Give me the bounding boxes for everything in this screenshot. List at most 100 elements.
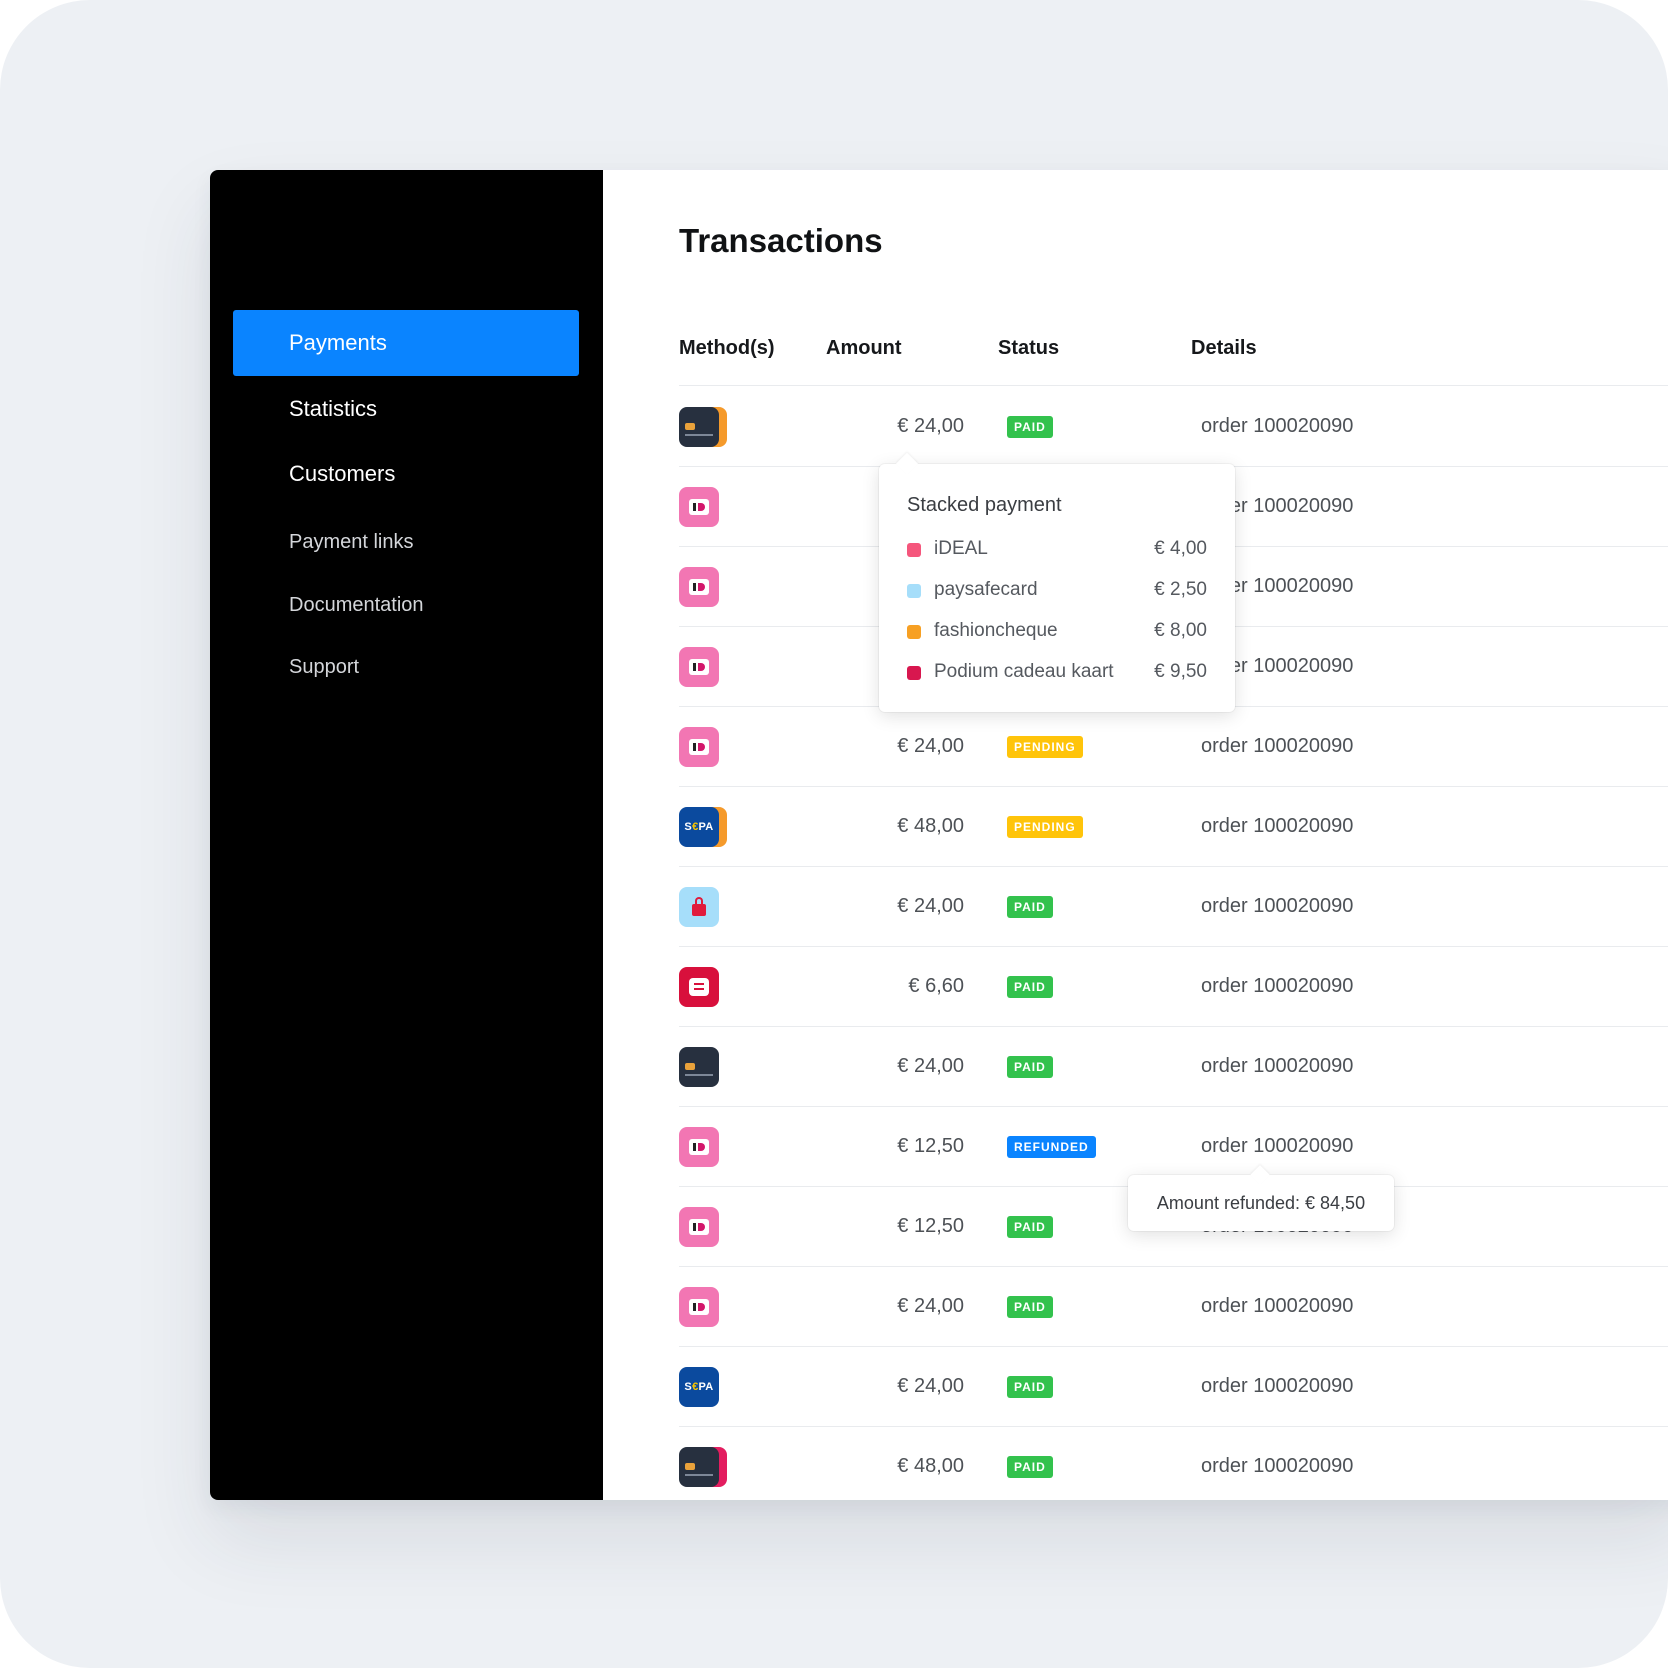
sidebar-item-label: Customers [289,461,396,486]
sepa-icon: S€PA [679,807,719,847]
color-swatch [907,584,921,598]
payment-method[interactable] [679,487,727,527]
details-cell[interactable]: order 100020090 [1201,386,1353,466]
details-cell[interactable]: order 100020090 [1201,1426,1353,1500]
stacked-item-name: fashioncheque [934,620,1058,641]
status-badge[interactable]: PAID [1007,896,1053,918]
sidebar-item-documentation[interactable]: Documentation [233,572,579,638]
stacked-item-name: paysafecard [934,579,1038,600]
ideal-icon [679,567,719,607]
payment-method[interactable] [679,567,727,607]
details-cell[interactable]: order 100020090 [1201,866,1353,946]
column-header-status[interactable]: Status [998,337,1059,360]
payment-method[interactable] [679,1047,727,1087]
main-content: Transactions Method(s) Amount Status Det… [603,170,1668,1500]
app-window: Payments Statistics Customers Payment links… [210,170,1668,1500]
amount-cell: € 12,50 [897,1134,964,1157]
details-cell[interactable]: order 100020090 [1201,706,1353,786]
details-cell[interactable]: order 100020090 [1201,946,1353,1026]
payment-method[interactable] [679,1207,727,1247]
ideal-icon [679,1207,719,1247]
ideal-icon [679,487,719,527]
background-frame: Payments Statistics Customers Payment links… [0,0,1668,1668]
status-badge[interactable]: PENDING [1007,816,1083,838]
stacked-payment-item: paysafecard € 2,50 [907,575,1207,605]
stacked-item-name: Podium cadeau kaart [934,661,1114,682]
status-badge[interactable]: PAID [1007,1056,1053,1078]
ideal-icon [679,1127,719,1167]
ideal-icon [679,1287,719,1327]
creditcard-icon [679,1047,719,1087]
details-cell[interactable]: order 100020090 [1201,1266,1353,1346]
amount-cell: € 24,00 [897,734,964,757]
sidebar: Payments Statistics Customers Payment links… [210,170,603,1500]
payment-method[interactable] [679,1127,727,1167]
refund-tooltip: Amount refunded: € 84,50 [1128,1165,1394,1231]
sepa-icon: S€PA [679,1367,719,1407]
stacked-payment-item: Podium cadeau kaart € 9,50 [907,657,1207,687]
details-cell[interactable]: order 100020090 [1201,1026,1353,1106]
amount-cell: € 48,00 [897,814,964,837]
stacked-item-amount: € 8,00 [1154,620,1207,641]
status-badge[interactable]: PENDING [1007,736,1083,758]
sidebar-item-payment-links[interactable]: Payment links [233,509,579,575]
paysafecard-icon [679,887,719,927]
amount-cell: € 12,50 [897,1214,964,1237]
payment-method[interactable]: S€PA [679,1367,727,1407]
stacked-payment-tooltip: Stacked payment iDEAL € 4,00 paysafecard € … [879,452,1235,712]
table-row[interactable]: € 6,60 PAID order 100020090 [679,946,1668,1027]
refund-tooltip-text: Amount refunded: € 84,50 [1156,1192,1366,1213]
column-header-details[interactable]: Details [1191,337,1257,360]
payment-method[interactable] [679,647,727,687]
status-badge[interactable]: PAID [1007,1456,1053,1478]
sidebar-item-payments[interactable]: Payments [233,310,579,376]
status-badge[interactable]: REFUNDED [1007,1136,1096,1158]
amount-cell: € 24,00 [897,1294,964,1317]
table-row[interactable]: € 24,00 PAID order 100020090 [679,386,1668,467]
payment-method[interactable] [679,727,727,767]
page-title: Transactions [679,222,883,259]
sidebar-item-label: Statistics [289,396,378,421]
sidebar-item-support[interactable]: Support [233,634,579,700]
details-cell[interactable]: order 100020090 [1201,1106,1353,1186]
sidebar-item-customers[interactable]: Customers [233,441,579,507]
status-badge[interactable]: PAID [1007,976,1053,998]
column-header-amount[interactable]: Amount [826,337,902,360]
giftcard-icon [679,967,719,1007]
payment-method[interactable] [679,1447,727,1487]
table-row[interactable]: € 24,00 PAID order 100020090 [679,1266,1668,1347]
sidebar-item-label: Payment links [289,530,414,553]
table-row[interactable]: € 24,00 PENDING order 100020090 [679,706,1668,787]
details-cell[interactable]: order 100020090 [1201,1346,1353,1426]
details-cell[interactable]: order 100020090 [1201,786,1353,866]
amount-cell: € 6,60 [908,974,964,997]
table-row[interactable]: € 24,00 PAID order 100020090 [679,866,1668,947]
payment-method[interactable] [679,407,727,447]
payment-method[interactable] [679,1287,727,1327]
sidebar-item-statistics[interactable]: Statistics [233,376,579,442]
sidebar-item-label: Documentation [289,593,424,616]
stacked-item-amount: € 9,50 [1154,661,1207,682]
payment-method[interactable] [679,887,727,927]
stacked-payment-item: fashioncheque € 8,00 [907,616,1207,646]
status-badge[interactable]: PAID [1007,1216,1053,1238]
sidebar-item-label: Support [289,655,360,678]
status-badge[interactable]: PAID [1007,416,1053,438]
stacked-item-amount: € 2,50 [1154,579,1207,600]
status-badge[interactable]: PAID [1007,1376,1053,1398]
amount-cell: € 24,00 [897,414,964,437]
column-header-methods[interactable]: Method(s) [679,337,775,360]
ideal-icon [679,647,719,687]
table-row[interactable]: € 24,00 PAID order 100020090 [679,1026,1668,1107]
status-badge[interactable]: PAID [1007,1296,1053,1318]
table-row[interactable]: S€PA € 24,00 PAID order 100020090 [679,1346,1668,1427]
amount-cell: € 48,00 [897,1454,964,1477]
table-row[interactable]: € 48,00 PAID order 100020090 [679,1426,1668,1500]
ideal-icon [679,727,719,767]
payment-method[interactable] [679,967,727,1007]
table-row[interactable]: S€PA € 48,00 PENDING order 100020090 [679,786,1668,867]
payment-method[interactable]: S€PA [679,807,727,847]
stacked-payment-item: iDEAL € 4,00 [907,534,1207,564]
tooltip-title: Stacked payment [907,494,1062,516]
creditcard-icon [679,1447,719,1487]
